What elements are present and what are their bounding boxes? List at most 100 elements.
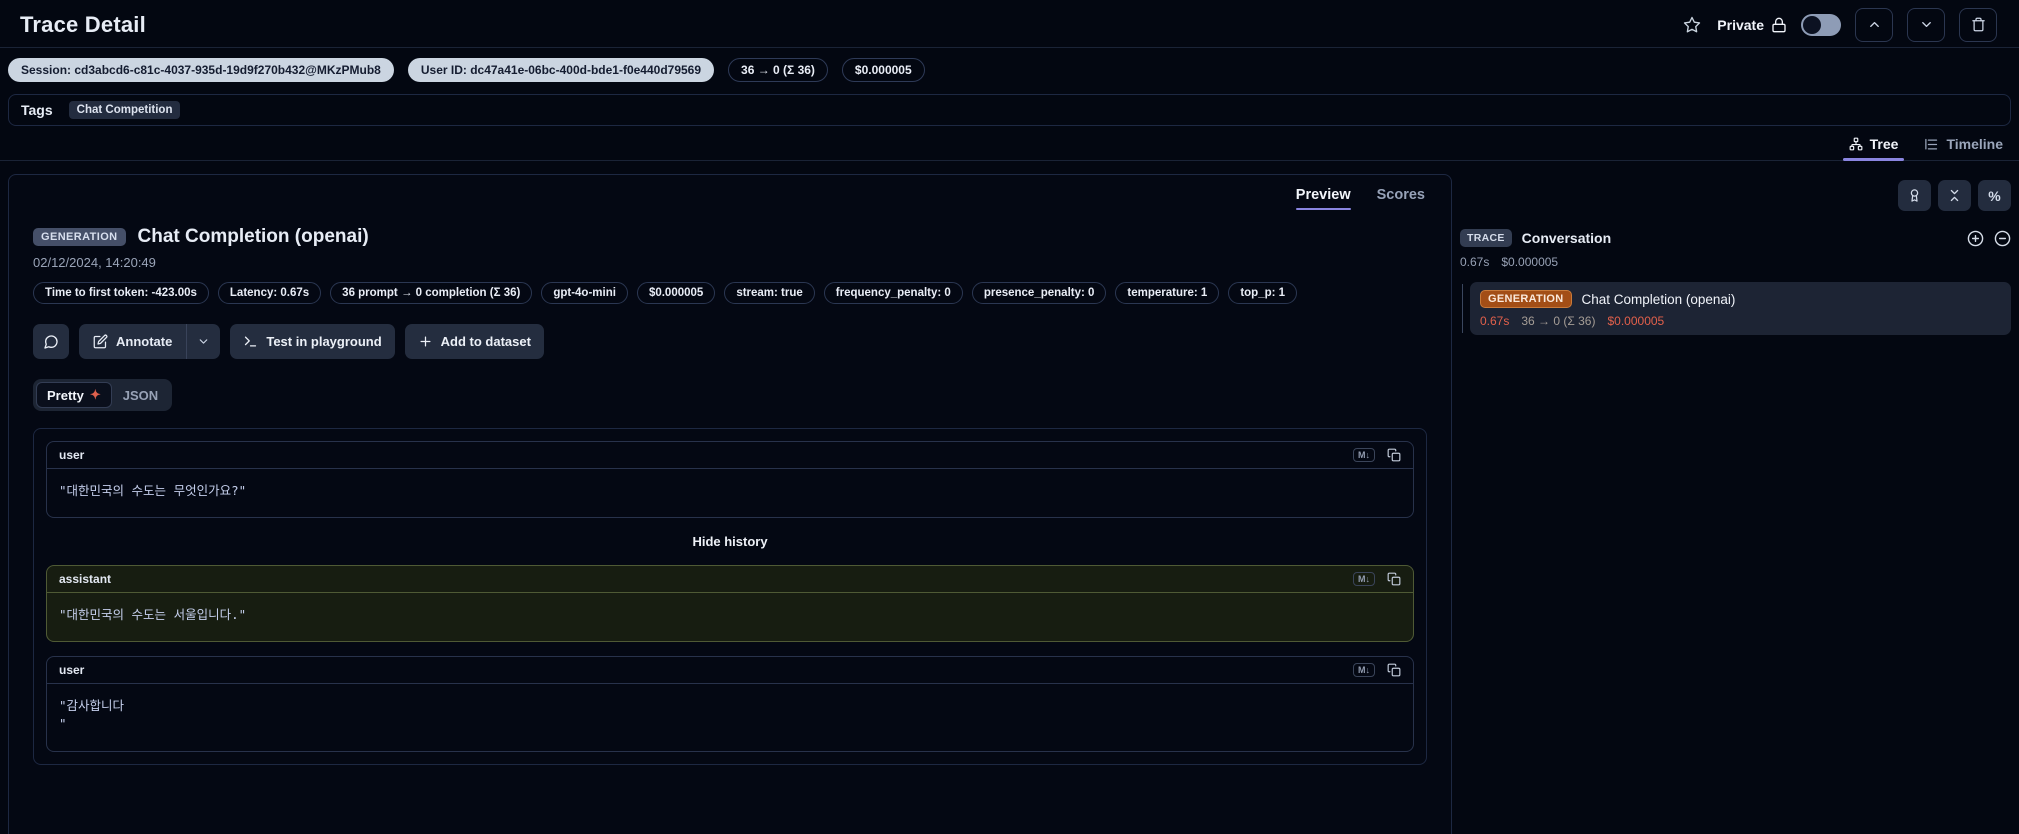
stat-model[interactable]: gpt-4o-mini xyxy=(541,282,628,304)
message-header: assistant M↓ xyxy=(47,566,1413,594)
percent-icon: % xyxy=(1988,187,2001,204)
trace-cost: $0.000005 xyxy=(1501,255,1559,269)
plus-circle-icon xyxy=(1967,230,1984,247)
message-content: "대한민국의 수도는 무엇인가요?" xyxy=(59,483,247,498)
lock-icon xyxy=(1771,17,1787,33)
annotate-dropdown-button[interactable] xyxy=(186,324,220,359)
message-content: "감사합니다 " xyxy=(59,698,125,732)
tab-timeline-label: Timeline xyxy=(1946,136,2003,152)
markdown-toggle-icon[interactable]: M↓ xyxy=(1353,448,1375,462)
token-usage-badge: 36 → 0 (Σ 36) xyxy=(728,58,828,82)
next-trace-button[interactable] xyxy=(1907,7,1945,42)
metrics-display-button[interactable]: % xyxy=(1978,180,2011,211)
tag-chat-competition[interactable]: Chat Competition xyxy=(68,101,181,119)
previous-trace-button[interactable] xyxy=(1855,7,1893,42)
io-card: user M↓ "대한민국의 수도는 무엇인가요?" Hide history … xyxy=(33,428,1427,765)
message-tools: M↓ xyxy=(1353,448,1401,462)
tab-tree[interactable]: Tree xyxy=(1842,136,1905,161)
chevron-up-icon xyxy=(1867,17,1882,32)
trash-icon xyxy=(1971,17,1986,32)
trace-latency: 0.67s xyxy=(1460,255,1490,269)
trace-type-badge: TRACE xyxy=(1460,229,1512,247)
tags-label: Tags xyxy=(21,102,53,118)
observation-timestamp: 02/12/2024, 14:20:49 xyxy=(33,255,156,270)
annotate-label: Annotate xyxy=(116,334,173,349)
timeline-icon xyxy=(1924,137,1939,152)
bookmark-star-button[interactable] xyxy=(1681,14,1703,36)
stat-time-to-first-token: Time to first token: -423.00s xyxy=(33,282,209,304)
markdown-toggle-icon[interactable]: M↓ xyxy=(1353,572,1375,587)
tab-preview[interactable]: Preview xyxy=(1295,187,1351,210)
sidebar-toolbar: % xyxy=(1460,180,2011,211)
message-tools: M↓ xyxy=(1353,663,1401,678)
message-role: user xyxy=(59,663,85,678)
top-header: Trace Detail Private xyxy=(0,0,2019,48)
pretty-toggle[interactable]: Pretty ✦ xyxy=(36,382,112,408)
markdown-toggle-icon[interactable]: M↓ xyxy=(1353,663,1375,678)
trace-tree-sidebar: % TRACE Conversation 0.67s $0.000005 GEN… xyxy=(1460,174,2011,335)
node-latency: 0.67s xyxy=(1480,314,1510,328)
pretty-label: Pretty xyxy=(47,387,84,403)
privacy-status: Private xyxy=(1717,17,1787,33)
tab-tree-label: Tree xyxy=(1869,136,1899,152)
plus-icon xyxy=(418,334,433,349)
privacy-label: Private xyxy=(1717,16,1764,33)
expand-all-button[interactable] xyxy=(1967,230,1984,247)
award-icon xyxy=(1907,188,1922,203)
message-user-2: user M↓ "감사합니다 " xyxy=(46,656,1414,752)
generation-node-row[interactable]: GENERATION Chat Completion (openai) 0.67… xyxy=(1470,282,2011,335)
collapse-tree-button[interactable] xyxy=(1994,230,2011,247)
hide-history-button[interactable]: Hide history xyxy=(46,532,1414,551)
sparkles-icon: ✦ xyxy=(89,387,101,402)
tab-timeline[interactable]: Timeline xyxy=(1924,136,2003,160)
node-title: Chat Completion (openai) xyxy=(1581,291,1736,307)
scores-display-button[interactable] xyxy=(1898,180,1931,211)
delete-trace-button[interactable] xyxy=(1959,7,1997,42)
copy-button[interactable] xyxy=(1387,572,1401,586)
message-header: user M↓ xyxy=(47,657,1413,685)
session-badge[interactable]: Session: cd3abcd6-c81c-4037-935d-19d9f27… xyxy=(8,58,394,82)
stat-latency: Latency: 0.67s xyxy=(217,282,322,304)
collapse-all-button[interactable] xyxy=(1938,180,1971,211)
stat-token-usage: 36 prompt → 0 completion (Σ 36) xyxy=(330,282,533,304)
json-toggle[interactable]: JSON xyxy=(112,382,169,408)
cost-badge: $0.000005 xyxy=(841,58,925,82)
copy-icon xyxy=(1387,572,1401,586)
workspace: Preview Scores GENERATION Chat Completio… xyxy=(0,161,2019,834)
copy-button[interactable] xyxy=(1387,663,1401,677)
comment-button[interactable] xyxy=(33,324,69,359)
message-tools: M↓ xyxy=(1353,572,1401,587)
tab-scores[interactable]: Scores xyxy=(1377,187,1425,210)
minus-circle-icon xyxy=(1994,230,2011,247)
node-cost: $0.000005 xyxy=(1607,314,1665,328)
message-role: user xyxy=(59,448,85,462)
tree-guide-line xyxy=(1462,284,1463,333)
header-actions: Private xyxy=(1681,7,1997,42)
add-to-dataset-button[interactable]: Add to dataset xyxy=(404,324,544,359)
user-id-badge[interactable]: User ID: dc47a41e-06bc-400d-bde1-f0e440d… xyxy=(407,58,715,82)
copy-icon xyxy=(1387,663,1401,677)
message-user-1: user M↓ "대한민국의 수도는 무엇인가요?" xyxy=(46,441,1414,519)
message-role: assistant xyxy=(59,572,112,587)
observation-title: Chat Completion (openai) xyxy=(137,226,369,247)
message-circle-icon xyxy=(43,334,59,350)
test-in-playground-button[interactable]: Test in playground xyxy=(230,324,395,359)
node-tokens: 36 → 0 (Σ 36) xyxy=(1521,314,1596,328)
test-in-playground-label: Test in playground xyxy=(266,334,382,349)
trace-root-row[interactable]: TRACE Conversation xyxy=(1460,229,2011,247)
public-toggle[interactable] xyxy=(1801,13,1841,36)
chevron-down-icon xyxy=(197,335,210,348)
generation-type-badge: GENERATION xyxy=(33,228,126,246)
annotate-split-button: Annotate xyxy=(79,324,221,359)
panel-body: GENERATION Chat Completion (openai) 02/1… xyxy=(9,210,1451,789)
trace-name: Conversation xyxy=(1521,230,1612,246)
terminal-icon xyxy=(243,334,258,349)
observation-panel: Preview Scores GENERATION Chat Completio… xyxy=(8,174,1452,834)
copy-icon xyxy=(1387,448,1401,462)
fold-vertical-icon xyxy=(1947,188,1962,203)
copy-button[interactable] xyxy=(1387,448,1401,462)
stat-top-p: top_p: 1 xyxy=(1228,282,1298,304)
annotate-button[interactable]: Annotate xyxy=(79,324,186,359)
tree-icon xyxy=(1849,137,1863,151)
observation-header: GENERATION Chat Completion (openai) xyxy=(33,226,1427,248)
